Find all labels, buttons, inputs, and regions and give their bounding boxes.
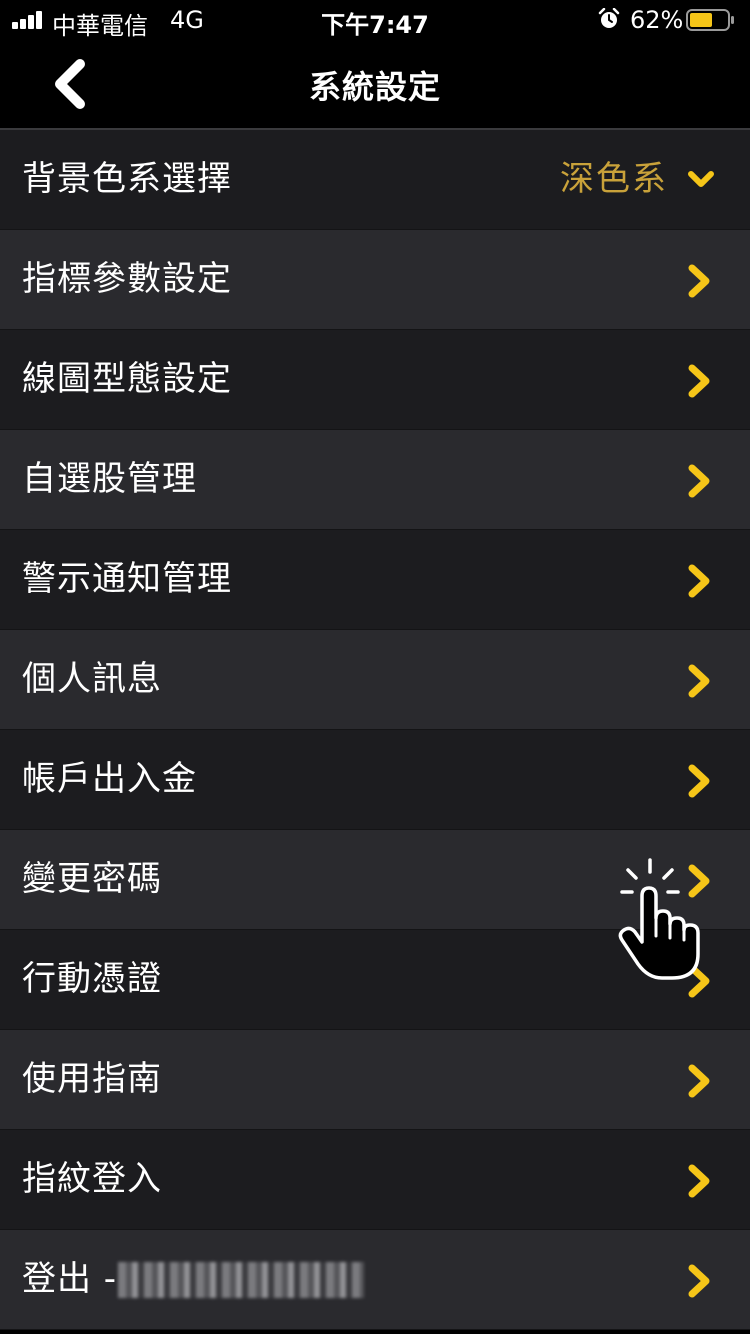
chevron-right-icon (688, 964, 710, 998)
settings-row-label: 線圖型態設定 (22, 359, 232, 399)
settings-row-label: 行動憑證 (22, 959, 162, 999)
chevron-down-icon (688, 171, 714, 187)
settings-row-label: 變更密碼 (22, 859, 162, 899)
navigation-bar: 系統設定 (0, 40, 750, 128)
settings-row-watchlist[interactable]: 自選股管理 (0, 430, 750, 530)
chevron-right-icon (688, 564, 710, 598)
settings-row-label: 帳戶出入金 (22, 759, 197, 799)
settings-row-change-password[interactable]: 變更密碼 (0, 830, 750, 930)
settings-row-user-guide[interactable]: 使用指南 (0, 1030, 750, 1130)
settings-row-logout[interactable]: 登出 - (0, 1230, 750, 1330)
settings-row-label: 個人訊息 (22, 659, 162, 699)
chevron-right-icon (688, 764, 710, 798)
alarm-clock-icon (598, 8, 620, 28)
chevron-right-icon (688, 1264, 710, 1298)
settings-row-transfers[interactable]: 帳戶出入金 (0, 730, 750, 830)
settings-row-mobile-certificate[interactable]: 行動憑證 (0, 930, 750, 1030)
battery-percent: 62% (630, 6, 684, 34)
settings-row-label: 指標參數設定 (22, 259, 232, 299)
settings-row-indicator-params[interactable]: 指標參數設定 (0, 230, 750, 330)
settings-row-label: 自選股管理 (22, 459, 197, 499)
theme-value: 深色系 (560, 159, 668, 199)
settings-row-chart-type[interactable]: 線圖型態設定 (0, 330, 750, 430)
settings-row-label: 指紋登入 (22, 1159, 162, 1199)
settings-row-label: 使用指南 (22, 1059, 162, 1099)
chevron-right-icon (688, 264, 710, 298)
status-bar: 中華電信 4G 下午7:47 62% (0, 0, 750, 40)
chevron-right-icon (688, 864, 710, 898)
settings-row-fingerprint-login[interactable]: 指紋登入 (0, 1130, 750, 1230)
settings-row-alerts[interactable]: 警示通知管理 (0, 530, 750, 630)
masked-account-id (118, 1262, 364, 1298)
chevron-right-icon (688, 464, 710, 498)
battery-icon (686, 9, 734, 31)
chevron-right-icon (688, 364, 710, 398)
settings-row-label: 背景色系選擇 (22, 159, 232, 199)
settings-list: 背景色系選擇 深色系 指標參數設定 線圖型態設定 自選股管理 警示通知管理 個人… (0, 130, 750, 1330)
chevron-right-icon (688, 1064, 710, 1098)
chevron-right-icon (688, 664, 710, 698)
settings-row-theme[interactable]: 背景色系選擇 深色系 (0, 130, 750, 230)
settings-row-label: 登出 - (22, 1259, 118, 1299)
page-title: 系統設定 (308, 68, 441, 106)
settings-row-messages[interactable]: 個人訊息 (0, 630, 750, 730)
chevron-right-icon (688, 1164, 710, 1198)
settings-row-label: 警示通知管理 (22, 559, 232, 599)
